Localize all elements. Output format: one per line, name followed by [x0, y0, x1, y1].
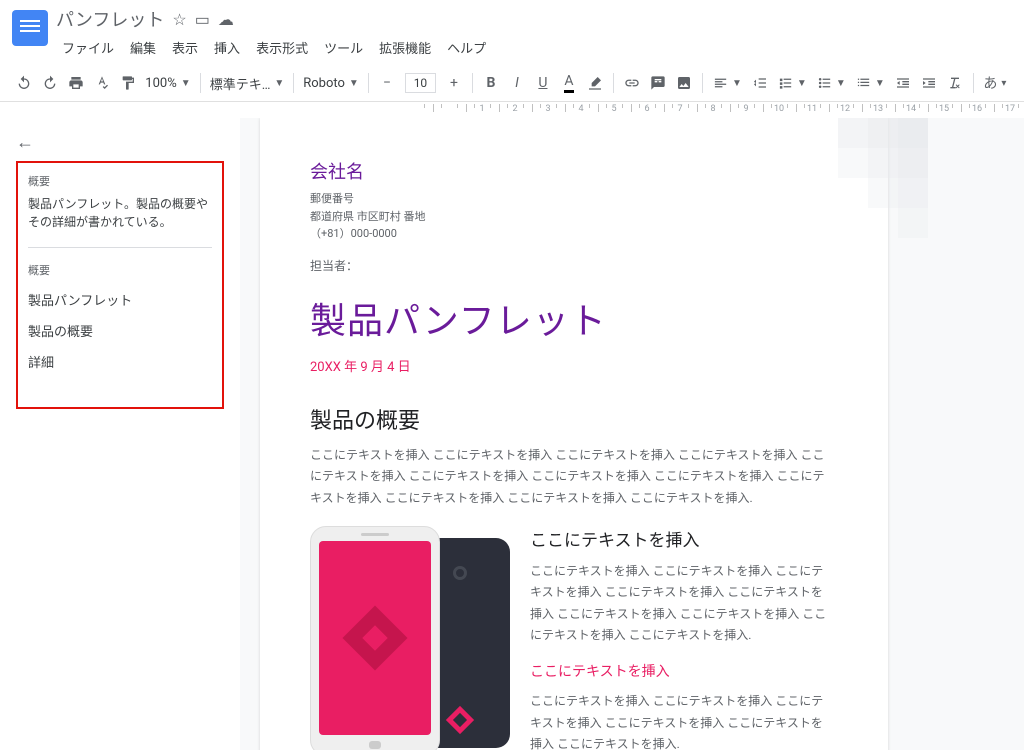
comment-button[interactable]: [646, 69, 670, 97]
spellcheck-button[interactable]: [90, 69, 114, 97]
line-spacing-button[interactable]: [748, 69, 772, 97]
star-icon[interactable]: ☆: [172, 10, 186, 29]
menu-insert[interactable]: 挿入: [208, 34, 246, 61]
doc-paragraph[interactable]: ここにテキストを挿入 ここにテキストを挿入 ここにテキストを挿入 ここにテキスト…: [310, 445, 828, 510]
numbered-list-button[interactable]: ▼: [852, 69, 889, 97]
outline-panel: ← 概要 製品パンフレット。製品の概要やその詳細が書かれている。 概要 製品パン…: [0, 118, 240, 750]
align-button[interactable]: ▼: [709, 69, 746, 97]
decorative-corner: [728, 118, 928, 278]
toolbar: 100%▼ 標準テキ…▼ Roboto▼ − 10 + B I U A ▼ ▼ …: [0, 65, 1024, 102]
menu-format[interactable]: 表示形式: [250, 34, 314, 61]
redo-button[interactable]: [38, 69, 62, 97]
doc-heading-3-accent[interactable]: ここにテキストを挿入: [530, 661, 828, 681]
italic-button[interactable]: I: [505, 69, 529, 97]
outline-back-button[interactable]: ←: [16, 132, 34, 153]
highlight-button[interactable]: [583, 69, 607, 97]
ruler[interactable]: 12345678910111213141516171819: [396, 102, 1024, 118]
move-icon[interactable]: ▭: [195, 10, 210, 29]
bullet-list-button[interactable]: ▼: [813, 69, 850, 97]
menu-extensions[interactable]: 拡張機能: [373, 34, 437, 61]
bold-button[interactable]: B: [479, 69, 503, 97]
outline-highlight-box: 概要 製品パンフレット。製品の概要やその詳細が書かれている。 概要 製品パンフレ…: [16, 161, 224, 409]
menu-edit[interactable]: 編集: [124, 34, 162, 61]
document-page[interactable]: 会社名 郵便番号 都道府県 市区町村 番地 （+81）000-0000 担当者：…: [260, 118, 888, 750]
doc-date[interactable]: 20XX 年 9 月 4 日: [310, 356, 828, 375]
undo-button[interactable]: [12, 69, 36, 97]
doc-heading-3[interactable]: ここにテキストを挿入: [530, 526, 828, 551]
paragraph-style-select[interactable]: 標準テキ…▼: [207, 69, 287, 97]
clear-format-button[interactable]: [943, 69, 967, 97]
underline-button[interactable]: U: [531, 69, 555, 97]
font-select[interactable]: Roboto▼: [300, 69, 362, 97]
outline-item[interactable]: 製品の概要: [28, 315, 212, 346]
fontsize-input[interactable]: 10: [405, 73, 436, 93]
fontsize-decrease-button[interactable]: −: [375, 69, 399, 97]
menu-help[interactable]: ヘルプ: [441, 34, 492, 61]
input-tools-button[interactable]: あ▾: [980, 69, 1010, 97]
indent-increase-button[interactable]: [917, 69, 941, 97]
doc-heading-1[interactable]: 製品パンフレット: [310, 292, 828, 344]
document-canvas[interactable]: 会社名 郵便番号 都道府県 市区町村 番地 （+81）000-0000 担当者：…: [240, 118, 1024, 750]
indent-decrease-button[interactable]: [891, 69, 915, 97]
doc-title[interactable]: パンフレット: [56, 6, 164, 32]
outline-label: 概要: [28, 262, 212, 278]
product-image[interactable]: [310, 526, 510, 750]
paint-format-button[interactable]: [116, 69, 140, 97]
cloud-icon[interactable]: ☁: [218, 10, 234, 29]
summary-text[interactable]: 製品パンフレット。製品の概要やその詳細が書かれている。: [28, 195, 212, 231]
print-button[interactable]: [64, 69, 88, 97]
zoom-select[interactable]: 100%▼: [142, 69, 194, 97]
doc-heading-2[interactable]: 製品の概要: [310, 403, 828, 435]
image-button[interactable]: [672, 69, 696, 97]
doc-paragraph[interactable]: ここにテキストを挿入 ここにテキストを挿入 ここにテキストを挿入 ここにテキスト…: [530, 561, 828, 647]
doc-paragraph[interactable]: ここにテキストを挿入 ここにテキストを挿入 ここにテキストを挿入 ここにテキスト…: [530, 691, 828, 750]
checklist-button[interactable]: ▼: [774, 69, 811, 97]
menubar: ファイル 編集 表示 挿入 表示形式 ツール 拡張機能 ヘルプ: [56, 34, 1012, 61]
summary-label: 概要: [28, 173, 212, 189]
menu-tools[interactable]: ツール: [318, 34, 369, 61]
link-button[interactable]: [620, 69, 644, 97]
menu-view[interactable]: 表示: [166, 34, 204, 61]
text-color-button[interactable]: A: [557, 69, 581, 97]
outline-item[interactable]: 詳細: [28, 346, 212, 377]
outline-divider: [28, 247, 212, 248]
outline-item[interactable]: 製品パンフレット: [28, 284, 212, 315]
fontsize-increase-button[interactable]: +: [442, 69, 466, 97]
menu-file[interactable]: ファイル: [56, 34, 120, 61]
docs-logo[interactable]: [12, 10, 48, 46]
